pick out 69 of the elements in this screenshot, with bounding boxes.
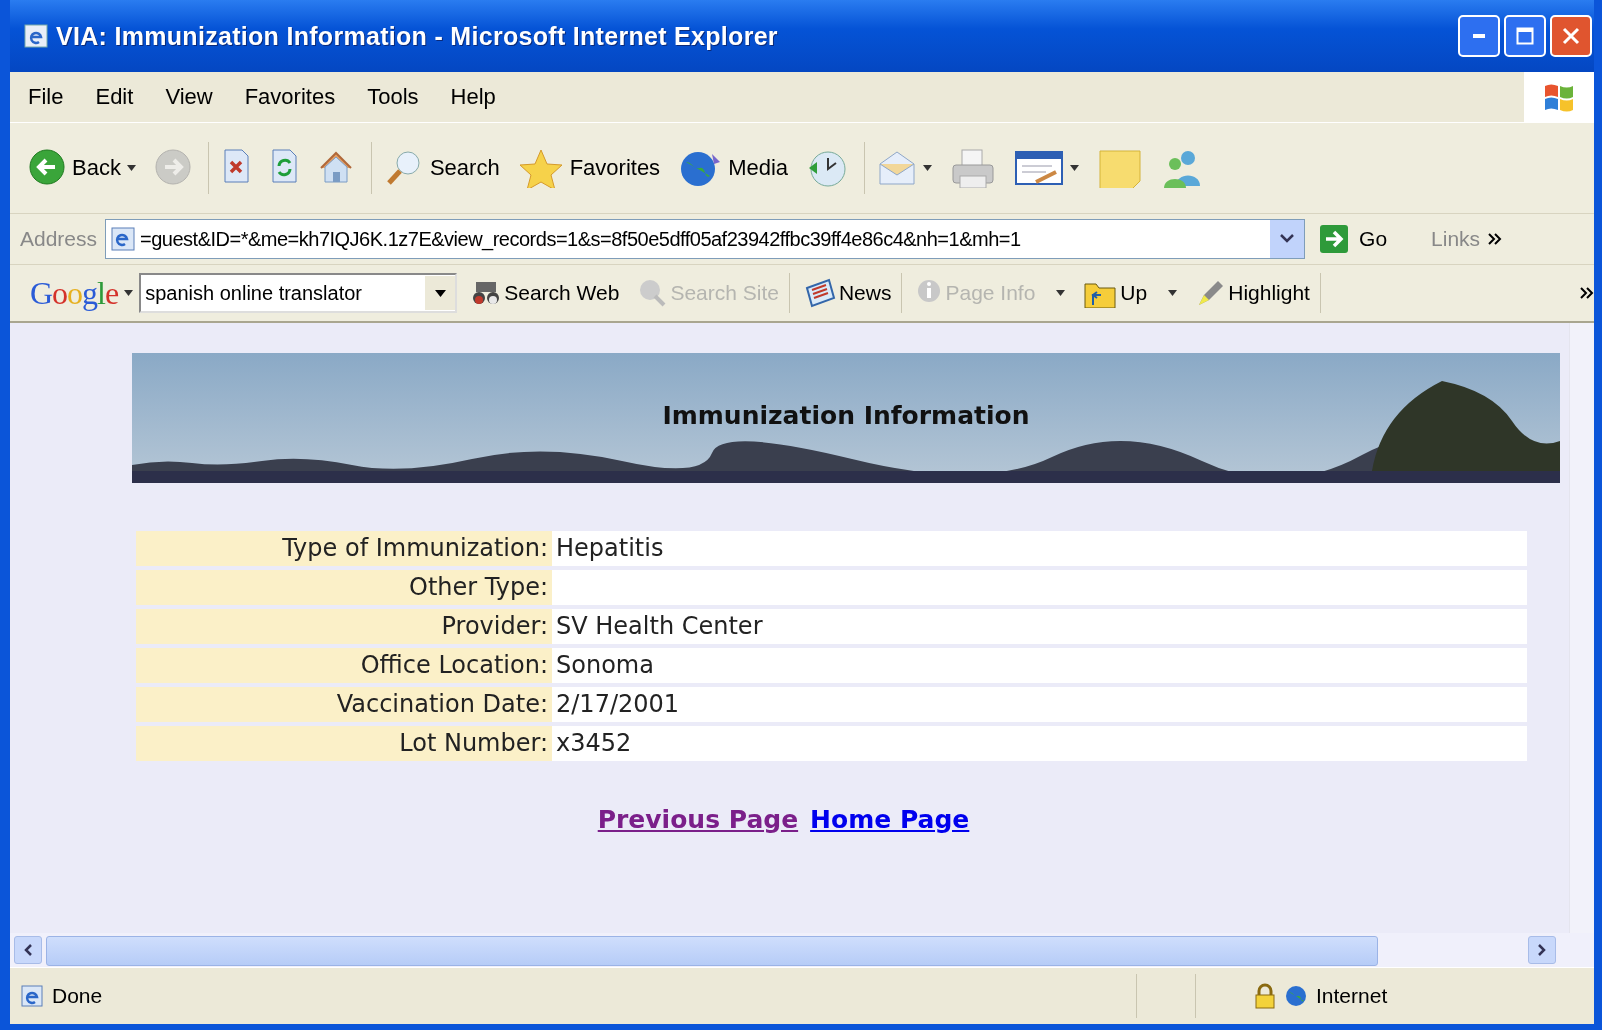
menu-item[interactable]: Favorites — [226, 84, 350, 110]
scroll-left-button[interactable] — [14, 936, 42, 964]
page-icon — [20, 984, 44, 1008]
dropdown-caret-icon[interactable] — [1168, 290, 1178, 296]
field-label: Vaccination Date: — [136, 687, 552, 722]
page-link[interactable]: Previous Page — [597, 805, 799, 834]
go-button[interactable]: Go — [1313, 224, 1394, 254]
padlock-icon — [1254, 983, 1276, 1009]
close-icon — [1562, 27, 1580, 45]
field-value: Sonoma — [552, 648, 1527, 683]
globe-icon — [1284, 984, 1308, 1008]
chevron-left-icon — [23, 944, 33, 956]
field-value: SV Health Center — [552, 609, 1527, 644]
chevron-right-icon[interactable] — [1580, 287, 1594, 299]
field-label: Office Location: — [136, 648, 552, 683]
dropdown-caret-icon[interactable] — [1070, 165, 1080, 171]
field-value: x3452 — [552, 726, 1527, 761]
status-text: Done — [52, 984, 103, 1008]
dropdown-button[interactable] — [1270, 220, 1305, 258]
menu-item[interactable]: Edit — [77, 84, 148, 110]
search-web-button[interactable]: Search Web — [467, 276, 624, 310]
minimize-button[interactable] — [1458, 15, 1500, 57]
minimize-icon — [1473, 34, 1485, 38]
menu-item[interactable]: Help — [432, 84, 510, 110]
highlight-button[interactable]: Highlight — [1191, 276, 1314, 310]
media-button[interactable]: Media — [674, 146, 793, 190]
dropdown-caret-icon[interactable] — [434, 289, 446, 297]
search-query-field[interactable]: spanish online translator — [139, 273, 458, 313]
field-label: Type of Immunization: — [136, 531, 552, 566]
printer-icon — [950, 148, 997, 188]
address-field[interactable]: =guest&ID=*&me=kh7IQJ6K.1z7E&view_records=1&s=8f50e5dff05af23942ffbc39ff4e86c4&nh=1&mh=1 — [105, 219, 1306, 259]
field-label: Other Type: — [136, 570, 552, 605]
chevron-right-icon — [1537, 944, 1547, 956]
back-button[interactable]: Back — [24, 146, 140, 190]
scrollbar-thumb[interactable] — [46, 936, 1378, 966]
browser-logo-icon — [24, 24, 48, 48]
field-value: Hepatitis — [552, 531, 1527, 566]
scroll-right-button[interactable] — [1528, 936, 1556, 964]
chevron-down-icon — [1280, 234, 1295, 244]
maximize-button[interactable] — [1504, 15, 1546, 57]
window-title: VIA: Immunization Information - Microsoft Internet Explorer — [56, 21, 778, 51]
favorites-button[interactable]: Favorites — [513, 146, 665, 190]
menu-item[interactable]: View — [147, 84, 227, 110]
google-logo[interactable]: Google — [30, 274, 119, 312]
chevron-right-icon[interactable] — [1488, 233, 1503, 245]
page-icon — [110, 226, 137, 252]
news-button[interactable]: News — [799, 276, 896, 310]
field-label: Provider: — [136, 609, 552, 644]
address-label: Address — [20, 227, 98, 251]
field-value: 2/17/2001 — [552, 687, 1527, 722]
star-icon — [517, 148, 564, 188]
maximize-icon — [1516, 27, 1534, 45]
menu-item[interactable]: File — [10, 84, 78, 110]
dropdown-caret-icon[interactable] — [124, 290, 134, 296]
dropdown-caret-icon[interactable] — [923, 165, 933, 171]
page-title: Immunization Information — [661, 401, 1031, 430]
edit-page-icon — [1014, 148, 1065, 188]
up-button[interactable]: Up — [1079, 276, 1182, 310]
search-button[interactable]: Search — [379, 146, 504, 190]
menu-item[interactable]: Tools — [349, 84, 433, 110]
magnifier-globe-icon — [637, 278, 668, 308]
vertical-scrollbar[interactable] — [1569, 323, 1594, 933]
page-link[interactable]: Home Page — [810, 805, 970, 834]
dropdown-caret-icon[interactable] — [126, 165, 136, 171]
newspaper-icon — [803, 278, 836, 308]
close-button[interactable] — [1550, 15, 1592, 57]
sticky-note-icon — [1097, 148, 1144, 188]
field-label: Lot Number: — [136, 726, 552, 761]
security-zone: Internet — [1316, 984, 1389, 1008]
